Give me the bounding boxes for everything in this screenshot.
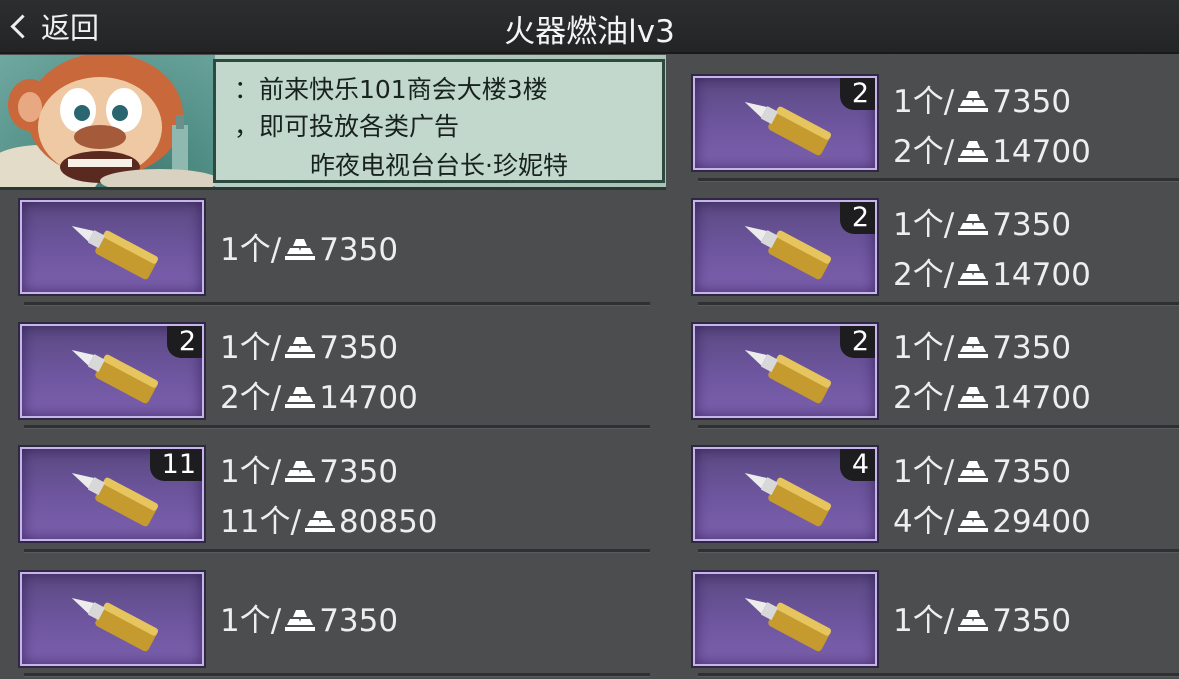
total-price: 2个/14700 <box>893 134 1091 170</box>
unit-price: 1个/7350 <box>220 232 399 268</box>
ad-board: ：前来快乐101商会大楼3楼 ，即可投放各类广告 昨夜电视台台长·珍妮特 <box>213 59 665 183</box>
unit-price: 1个/7350 <box>220 330 399 366</box>
gold-bars-icon <box>958 141 989 162</box>
gold-bars-icon <box>285 610 316 631</box>
total-price: 4个/29400 <box>893 504 1091 540</box>
total-price: 2个/14700 <box>220 380 418 416</box>
gold-bars-icon <box>285 387 316 408</box>
unit-price: 1个/7350 <box>893 84 1072 120</box>
gold-bars-icon <box>958 337 989 358</box>
gold-bars-icon <box>304 511 335 532</box>
quantity-badge: 2 <box>839 78 875 110</box>
unit-price: 1个/7350 <box>220 603 399 639</box>
row-divider <box>24 425 650 429</box>
total-price: 2个/14700 <box>893 380 1091 416</box>
fuel-item-slot[interactable]: 2 <box>693 76 877 170</box>
unit-price: 1个/7350 <box>893 454 1072 490</box>
unit-price: 1个/7350 <box>893 330 1072 366</box>
gold-bars-icon <box>285 337 316 358</box>
ad-text-line1: ：前来快乐101商会大楼3楼 <box>234 75 548 104</box>
gold-bars-icon <box>958 214 989 235</box>
fuel-bottle-icon <box>71 225 159 280</box>
gold-bars-icon <box>285 461 316 482</box>
monkey-mascot-image <box>0 55 215 187</box>
gold-bars-icon <box>958 91 989 112</box>
quantity-badge: 2 <box>839 202 875 234</box>
gold-bars-icon <box>285 239 316 260</box>
row-divider <box>24 549 650 553</box>
quantity-badge: 11 <box>149 449 202 481</box>
fuel-item-slot[interactable]: 2 <box>693 200 877 294</box>
row-divider <box>698 673 1179 677</box>
row-divider <box>698 302 1179 306</box>
gold-bars-icon <box>958 264 989 285</box>
fuel-item-slot[interactable]: 4 <box>693 447 877 541</box>
gold-bars-icon <box>958 610 989 631</box>
page-title: 火器燃油lv3 <box>504 14 675 50</box>
ad-text-line2: ，即可投放各类广告 <box>234 112 460 141</box>
fuel-item-slot[interactable]: 11 <box>20 447 204 541</box>
fuel-bottle-icon <box>71 349 159 404</box>
fuel-item-slot[interactable] <box>20 200 204 294</box>
ad-banner[interactable]: ：前来快乐101商会大楼3楼 ，即可投放各类广告 昨夜电视台台长·珍妮特 <box>0 55 666 190</box>
fuel-bottle-icon <box>744 349 832 404</box>
fuel-bottle-icon <box>71 597 159 652</box>
fuel-bottle-icon <box>744 472 832 527</box>
total-price: 2个/14700 <box>893 257 1091 293</box>
top-bar: 返回 火器燃油lv3 <box>0 0 1179 54</box>
unit-price: 1个/7350 <box>220 454 399 490</box>
fuel-item-slot[interactable] <box>693 572 877 666</box>
row-divider <box>698 178 1179 182</box>
fuel-bottle-icon <box>744 597 832 652</box>
row-divider <box>698 549 1179 553</box>
fuel-item-slot[interactable] <box>20 572 204 666</box>
unit-price: 1个/7350 <box>893 603 1072 639</box>
quantity-badge: 4 <box>839 449 875 481</box>
quantity-badge: 2 <box>839 326 875 358</box>
row-divider <box>24 302 650 306</box>
fuel-item-slot[interactable]: 2 <box>20 324 204 418</box>
total-price: 11个/80850 <box>220 504 438 540</box>
fuel-bottle-icon <box>744 225 832 280</box>
unit-price: 1个/7350 <box>893 207 1072 243</box>
fuel-item-slot[interactable]: 2 <box>693 324 877 418</box>
gold-bars-icon <box>958 511 989 532</box>
gold-bars-icon <box>958 461 989 482</box>
quantity-badge: 2 <box>166 326 202 358</box>
fuel-bottle-icon <box>744 101 832 156</box>
row-divider <box>24 673 650 677</box>
ad-text-signature: 昨夜电视台台长·珍妮特 <box>310 151 568 180</box>
row-divider <box>698 425 1179 429</box>
gold-bars-icon <box>958 387 989 408</box>
